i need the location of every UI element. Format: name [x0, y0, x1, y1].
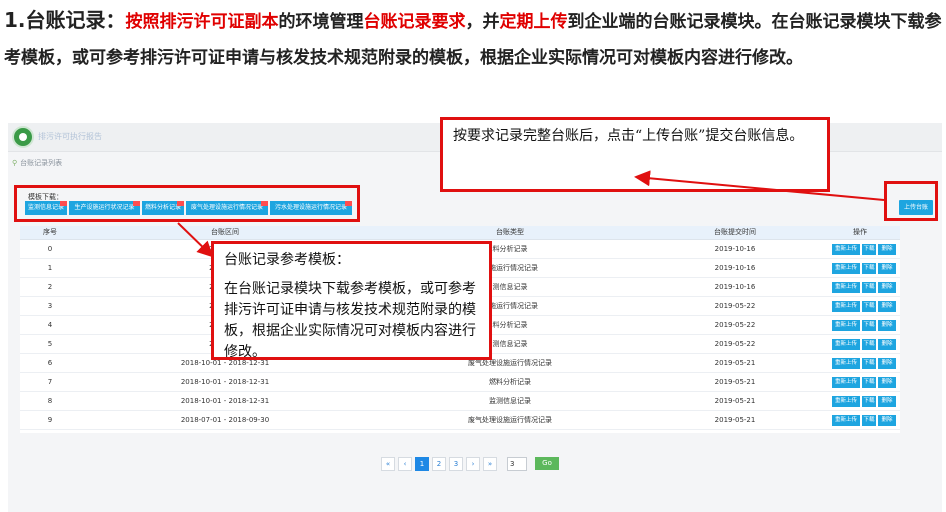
annotation-arrows [177, 170, 885, 258]
arrow-to-upload-callout [634, 170, 885, 201]
arrow-to-template-callout [177, 222, 214, 258]
